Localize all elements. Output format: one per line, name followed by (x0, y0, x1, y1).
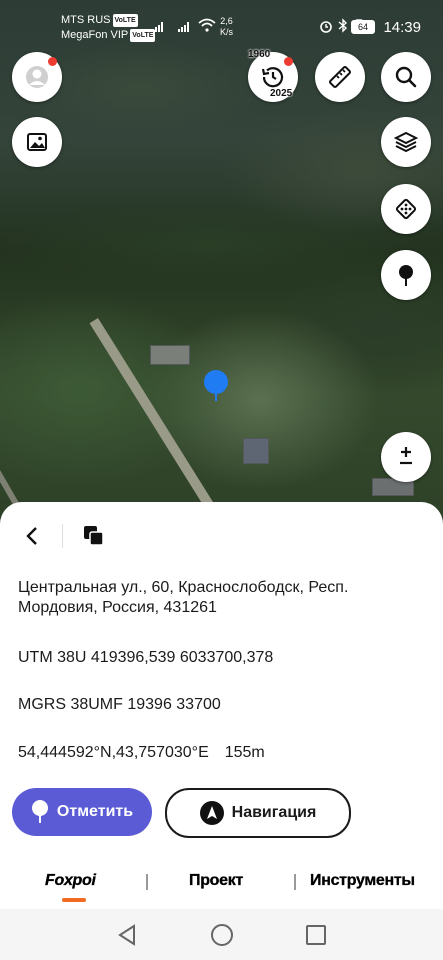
system-nav-bar (0, 909, 443, 960)
signal-icon (152, 22, 166, 32)
status-bar: MTS RUS VoLTE MegaFon VIP VoLTE 2,6 K/s 64 … (0, 0, 443, 52)
volte-badge: VoLTE (112, 14, 138, 27)
poi-button[interactable] (381, 250, 431, 300)
image-icon (27, 133, 47, 151)
zoom-button[interactable] (381, 432, 431, 482)
mgrs-coordinates: MGRS 38UMF 19396 33700 (18, 696, 221, 713)
mark-button-label: Отметить (56, 803, 134, 820)
ruler-icon (329, 66, 351, 88)
address-text: Центральная ул., 60, Краснослободск, Рес… (18, 579, 349, 616)
copy-button[interactable] (80, 522, 108, 550)
recents-square-icon[interactable] (306, 925, 326, 945)
tab-project[interactable]: Проект (189, 872, 244, 890)
bluetooth-icon (338, 18, 348, 33)
history-year-start: 1960 (248, 49, 271, 60)
profile-button[interactable] (12, 52, 62, 102)
operator-2: MegaFon VIP (61, 29, 129, 41)
history-clock-icon (261, 67, 284, 88)
plus-minus-icon (400, 447, 412, 465)
random-location-button[interactable] (381, 184, 431, 234)
clock: 14:39 (383, 19, 421, 36)
satellite-map[interactable] (0, 0, 443, 560)
chevron-left-icon (26, 527, 37, 545)
tab-separator (146, 874, 148, 890)
dice-icon (395, 198, 417, 220)
home-circle-icon[interactable] (211, 924, 233, 946)
layers-button[interactable] (381, 117, 431, 167)
alarm-icon (320, 21, 332, 33)
avatar-icon (26, 66, 48, 88)
active-tab-indicator (62, 898, 86, 902)
battery-icon: 64 (351, 20, 375, 34)
location-pin-tail (215, 393, 217, 401)
history-year-end: 2025 (270, 88, 293, 99)
divider (62, 524, 63, 548)
signal-icon (178, 22, 192, 32)
latlon-coordinates: 54,444592°N,43,757030°E (18, 744, 209, 761)
map-pin-icon (399, 265, 413, 286)
layers-icon (393, 131, 419, 153)
building (150, 345, 190, 365)
network-speed: 2,6 K/s (220, 16, 234, 37)
navigation-button[interactable]: Навигация (165, 788, 351, 838)
bottom-tabs: Foxpoi Проект Инструменты (0, 864, 443, 904)
search-icon (395, 66, 417, 88)
back-button[interactable] (18, 522, 46, 550)
latlon-row: 54,444592°N,43,757030°E 155m (18, 743, 265, 763)
place-info-sheet: Центральная ул., 60, Краснослободск, Рес… (0, 502, 443, 960)
tab-tools[interactable]: Инструменты (310, 872, 415, 890)
operator-1: MTS RUS (61, 14, 111, 26)
mark-button[interactable]: Отметить (12, 788, 152, 836)
search-button[interactable] (381, 52, 431, 102)
gallery-button[interactable] (12, 117, 62, 167)
utm-coordinates: UTM 38U 419396,539 6033700,378 (18, 649, 274, 666)
tab-separator (294, 874, 296, 890)
location-pin[interactable] (204, 370, 228, 394)
navigation-button-label: Навигация (231, 804, 317, 821)
notification-dot (284, 57, 293, 66)
navigation-arrow-icon (199, 801, 224, 825)
copy-icon (84, 526, 104, 546)
wifi-icon (198, 18, 216, 32)
building (243, 438, 269, 464)
altitude: 155m (224, 744, 265, 761)
notification-dot (48, 57, 57, 66)
back-triangle-icon[interactable] (117, 924, 137, 946)
tab-foxpoi[interactable]: Foxpoi (45, 872, 96, 890)
ruler-button[interactable] (315, 52, 365, 102)
pin-icon (31, 800, 48, 823)
